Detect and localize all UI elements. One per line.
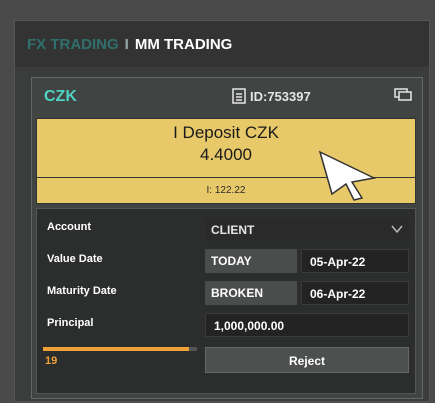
mouse-cursor-icon bbox=[318, 150, 377, 201]
maturity-date-field[interactable]: 06-Apr-22 bbox=[301, 281, 409, 305]
value-date-field[interactable]: 05-Apr-22 bbox=[301, 249, 409, 273]
quote-title: I Deposit CZK bbox=[173, 123, 279, 142]
row-principal: Principal 1,000,000.00 bbox=[37, 311, 417, 339]
maturity-tenor[interactable]: BROKEN bbox=[205, 281, 297, 305]
reject-button[interactable]: Reject bbox=[205, 347, 409, 373]
account-select[interactable]: CLIENT bbox=[205, 219, 409, 241]
deal-ticket: CZK ID:753397 I Deposit CZK 4.4000 I: 12… bbox=[31, 77, 423, 399]
row-account: Account CLIENT bbox=[37, 215, 417, 243]
timer-progress-fill bbox=[43, 347, 190, 351]
row-maturity-date: Maturity Date BROKEN 06-Apr-22 bbox=[37, 279, 417, 307]
tab-separator: I bbox=[124, 35, 129, 53]
ticket-id-text: ID:753397 bbox=[250, 88, 311, 104]
ticket-header: CZK ID:753397 bbox=[32, 78, 422, 114]
top-tabs: FX TRADING I MM TRADING bbox=[15, 21, 429, 67]
ticket-id: ID:753397 bbox=[232, 88, 311, 104]
principal-label: Principal bbox=[47, 317, 94, 329]
chat-icon[interactable] bbox=[394, 88, 412, 102]
account-label: Account bbox=[47, 221, 91, 233]
timer-progress-bar bbox=[43, 347, 197, 351]
row-value-date: Value Date TODAY 05-Apr-22 bbox=[37, 247, 417, 275]
chevron-down-icon bbox=[391, 225, 403, 234]
doc-icon bbox=[232, 88, 246, 104]
timer-countdown: 19 bbox=[45, 355, 58, 367]
maturity-date-label: Maturity Date bbox=[47, 285, 117, 297]
currency-label: CZK bbox=[44, 88, 77, 105]
tab-fx-trading[interactable]: FX TRADING bbox=[27, 36, 119, 53]
trading-window: FX TRADING I MM TRADING CZK ID:753397 I … bbox=[14, 20, 430, 402]
principal-input[interactable]: 1,000,000.00 bbox=[205, 313, 409, 337]
value-date-label: Value Date bbox=[47, 253, 103, 265]
value-date-tenor[interactable]: TODAY bbox=[205, 249, 297, 273]
tab-mm-trading[interactable]: MM TRADING bbox=[135, 36, 233, 53]
account-value: CLIENT bbox=[211, 223, 255, 237]
deal-form: Account CLIENT Value Date TODAY 05-Apr-2… bbox=[36, 208, 416, 394]
